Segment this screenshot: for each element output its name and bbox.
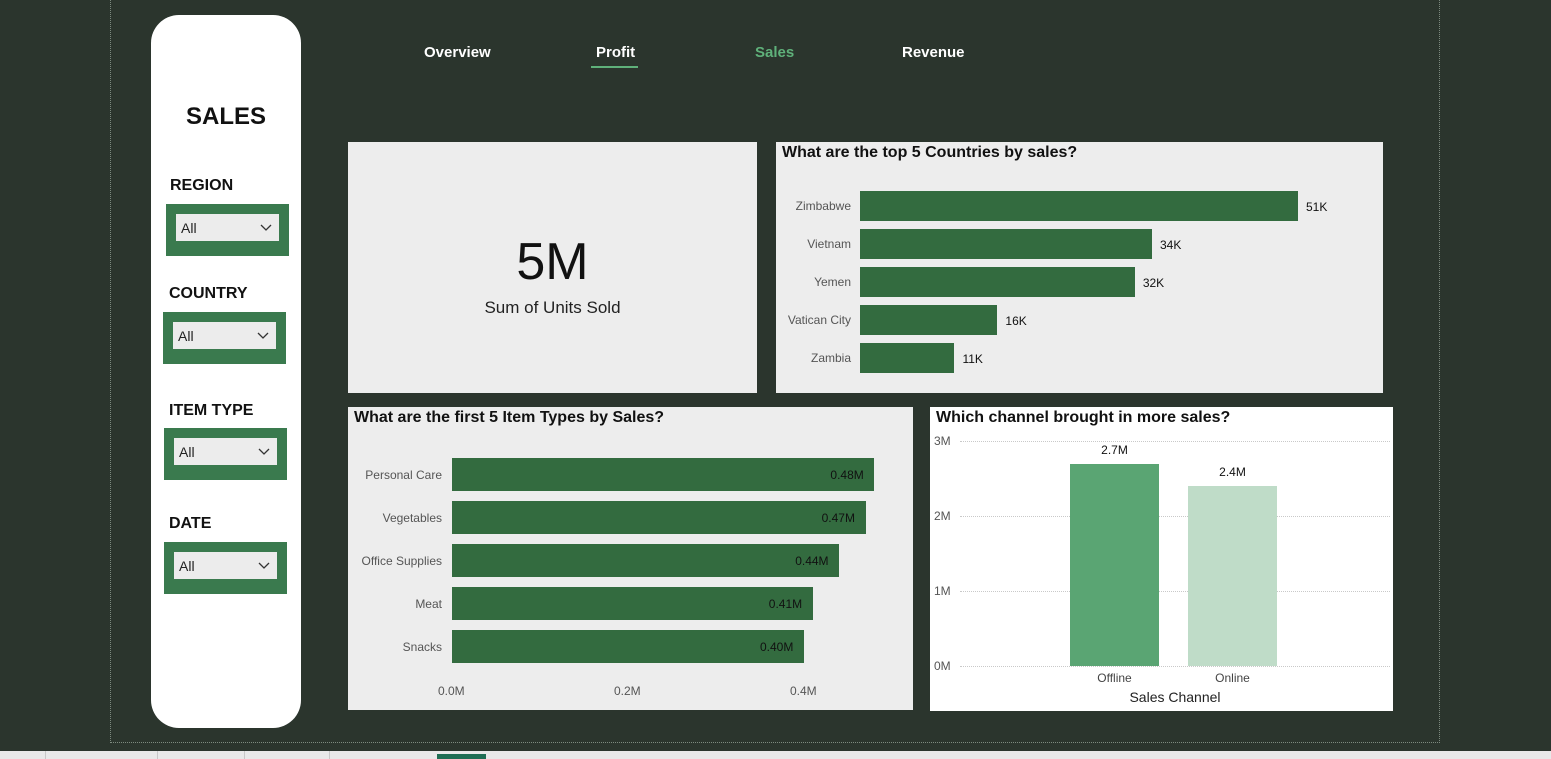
page-tab-separator [157,751,158,759]
category-label: Snacks [402,640,442,654]
chart-title: What are the top 5 Countries by sales? [782,144,1078,161]
date-filter-label: DATE [169,515,212,532]
nav-tab-profit[interactable]: Profit [596,44,635,61]
nav-tab-overview[interactable]: Overview [424,44,491,61]
category-label: Yemen [814,275,851,289]
y-tick-label: 3M [934,434,951,448]
category-label: Zimbabwe [795,199,851,213]
bar [1070,463,1159,666]
bar [860,343,955,373]
item-type-filter: All [164,428,287,480]
date-filter: All [164,542,287,594]
category-label: Office Supplies [361,554,443,568]
nav-tab-sales[interactable]: Sales [755,44,794,61]
region-dropdown-value: All [181,219,197,236]
category-label: Vegetables [382,511,442,525]
nav-tab-underline [591,66,638,68]
data-label: 0.44M [795,554,829,568]
data-label: 51K [1306,200,1328,214]
data-label: 32K [1142,276,1165,290]
category-label: Vatican City [787,313,851,327]
x-axis-title: Sales Channel [1129,689,1221,705]
chevron-down-icon [258,562,270,569]
bar [452,630,804,663]
x-tick-label: 0.0M [438,684,465,698]
chart-title: Which channel brought in more sales? [936,409,1231,426]
chevron-down-icon [258,448,270,455]
kpi-value: 5M [516,233,589,291]
kpi-label: Sum of Units Sold [484,298,621,317]
page-tabs-strip [0,751,1551,759]
bar [452,501,866,534]
bar [860,191,1298,221]
x-tick-label: 0.2M [614,684,641,698]
country-dropdown[interactable]: All [173,322,276,349]
region-filter: All [166,204,289,256]
page-tab-separator [329,751,330,759]
item-type-dropdown[interactable]: All [174,438,277,465]
bar [860,267,1135,297]
data-label: 0.48M [830,468,864,482]
page-tab-separator [244,751,245,759]
category-label: Meat [415,597,442,611]
country-dropdown-value: All [178,327,194,344]
region-filter-label: REGION [170,177,234,194]
sidebar-title: SALES [185,103,266,130]
data-label: 2.7M [1101,442,1128,457]
date-dropdown[interactable]: All [174,552,277,579]
gridline [960,441,1390,442]
page-tab-active-indicator[interactable] [437,754,486,759]
y-tick-label: 2M [934,509,951,523]
chevron-down-icon [260,224,272,231]
x-tick-label: 0.4M [790,684,817,698]
bar [860,305,998,335]
data-label: 0.47M [821,511,855,525]
category-label: Vietnam [807,237,851,251]
bar [1188,486,1277,666]
gridline [960,516,1390,517]
chevron-down-icon [257,332,269,339]
data-label: 34K [1160,238,1182,252]
item-type-dropdown-value: All [179,443,195,460]
region-dropdown[interactable]: All [176,214,279,241]
bar [452,458,875,491]
filter-sidebar: SALES REGION All COUNTRY All ITEM TYPE A… [151,15,301,728]
bar [452,587,813,620]
chart-title: What are the first 5 Item Types by Sales… [354,409,665,426]
country-filter-label: COUNTRY [169,285,248,302]
x-tick-label: Online [1215,671,1250,685]
gridline [960,666,1390,667]
y-tick-label: 0M [934,659,951,673]
date-dropdown-value: All [179,557,195,574]
bar [860,229,1152,259]
bar [452,544,840,577]
data-label: 0.40M [760,640,794,654]
item-type-filter-label: ITEM TYPE [169,402,254,419]
gridline [960,591,1390,592]
x-tick-label: Offline [1097,671,1132,685]
sales-channel-chart: Which channel brought in more sales? 0M 1… [930,407,1393,711]
category-label: Zambia [810,351,851,365]
country-filter: All [163,312,286,364]
y-tick-label: 1M [934,584,951,598]
data-label: 0.41M [768,597,803,611]
top-countries-chart: What are the top 5 Countries by sales? Z… [776,142,1383,393]
data-label: 2.4M [1219,465,1246,479]
category-label: Personal Care [365,468,442,482]
nav-tab-revenue[interactable]: Revenue [902,44,965,61]
data-label: 16K [1005,314,1027,328]
data-label: 11K [962,352,983,366]
page-tab-separator [45,751,46,759]
item-types-chart: What are the first 5 Item Types by Sales… [348,407,913,710]
